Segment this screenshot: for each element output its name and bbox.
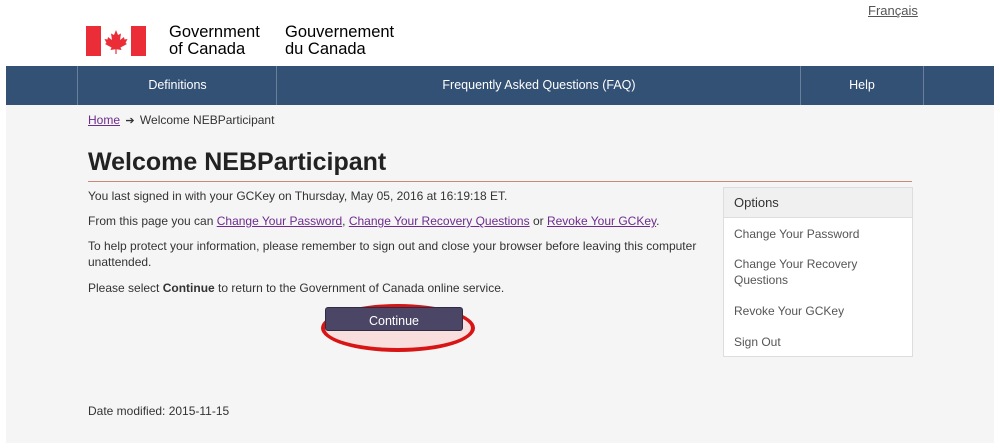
date-modified: Date modified: 2015-11-15	[88, 404, 230, 418]
option-change-recovery-questions[interactable]: Change Your Recovery Questions	[734, 256, 904, 288]
page-title: Welcome NEBParticipant	[88, 148, 387, 176]
option-revoke-gckey[interactable]: Revoke Your GCKey	[734, 303, 904, 319]
signature-en-line2: of Canada	[169, 40, 246, 58]
sentence-period: .	[656, 214, 660, 228]
separator-or: or	[529, 214, 547, 228]
breadcrumb-arrow-icon: ➔	[125, 115, 135, 127]
continue-instructions-prefix: Please select	[88, 281, 163, 295]
security-reminder-text: To help protect your information, please…	[88, 239, 697, 269]
signature-fr-line1: Gouvernement	[285, 23, 395, 41]
menu-item-help[interactable]: Help	[800, 66, 924, 105]
account-actions-prefix: From this page you can	[88, 214, 217, 228]
revoke-gckey-link[interactable]: Revoke Your GCKey	[547, 214, 656, 228]
signature-en-line1: Government	[169, 23, 260, 41]
separator-comma: ,	[342, 214, 349, 228]
last-signed-in-text: You last signed in with your GCKey on Th…	[88, 189, 508, 203]
breadcrumb: Home ➔ Welcome NEBParticipant	[88, 113, 274, 127]
options-panel: Options Change Your Password Change Your…	[723, 187, 913, 357]
option-sign-out[interactable]: Sign Out	[734, 334, 904, 350]
canada-flag-icon	[86, 26, 146, 56]
breadcrumb-home-link[interactable]: Home	[88, 113, 120, 127]
change-recovery-questions-link[interactable]: Change Your Recovery Questions	[349, 214, 530, 228]
menu-item-definitions[interactable]: Definitions	[77, 66, 277, 105]
title-divider	[88, 181, 912, 182]
options-heading: Options	[724, 188, 912, 218]
option-change-password[interactable]: Change Your Password	[734, 226, 904, 242]
main-menu: Definitions Frequently Asked Questions (…	[6, 66, 994, 105]
signature-french: Gouvernement du Canada	[285, 24, 394, 58]
signature-fr-line2: du Canada	[285, 40, 366, 58]
breadcrumb-current: Welcome NEBParticipant	[139, 113, 275, 127]
continue-instructions-bold: Continue	[162, 281, 215, 295]
continue-instructions-suffix: to return to the Government of Canada on…	[214, 281, 505, 295]
continue-instructions: Please select Continue to return to the …	[88, 280, 504, 296]
change-password-link[interactable]: Change Your Password	[217, 214, 342, 228]
account-actions-text: From this page you can Change Your Passw…	[88, 213, 659, 229]
signature-english: Government of Canada	[169, 24, 260, 58]
menu-item-faq[interactable]: Frequently Asked Questions (FAQ)	[276, 66, 801, 105]
continue-button[interactable]: Continue	[325, 307, 463, 331]
language-toggle-link[interactable]: Français	[868, 3, 918, 18]
